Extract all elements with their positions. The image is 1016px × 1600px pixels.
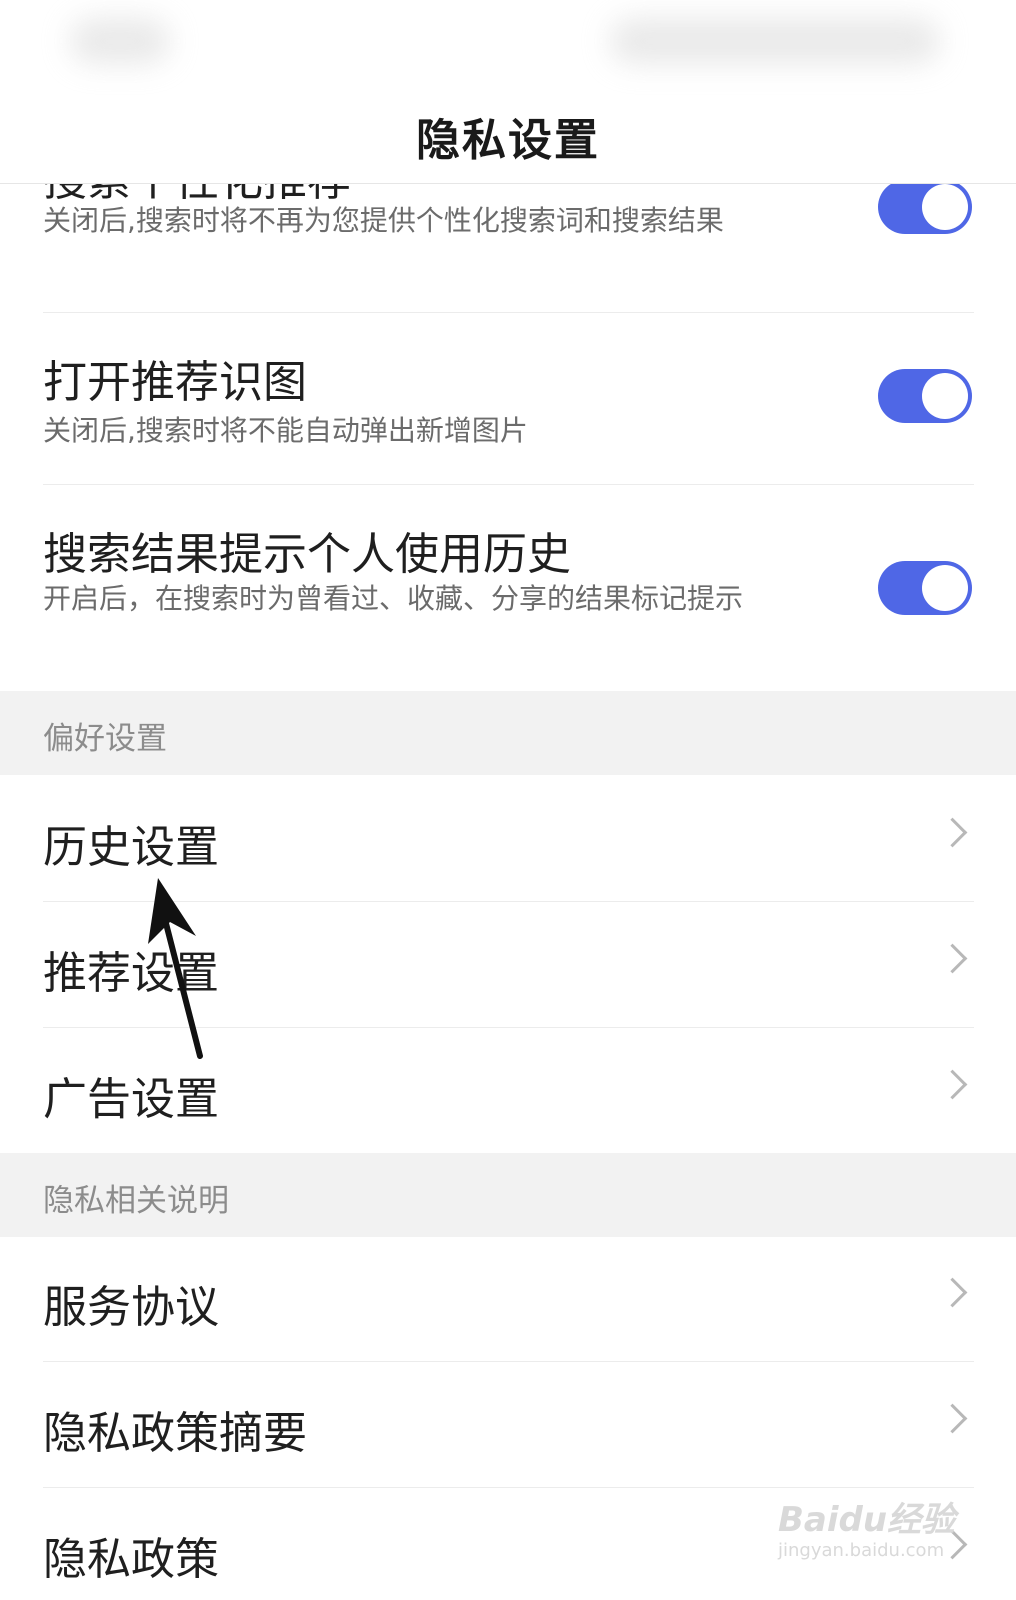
watermark-url: jingyan.baidu.com — [778, 1540, 945, 1561]
arrow-pointer-icon — [148, 878, 203, 1059]
watermark: Baidu经验 jingyan.baidu.com — [778, 1492, 978, 1572]
watermark-brand: Baidu经验 — [778, 1500, 956, 1540]
